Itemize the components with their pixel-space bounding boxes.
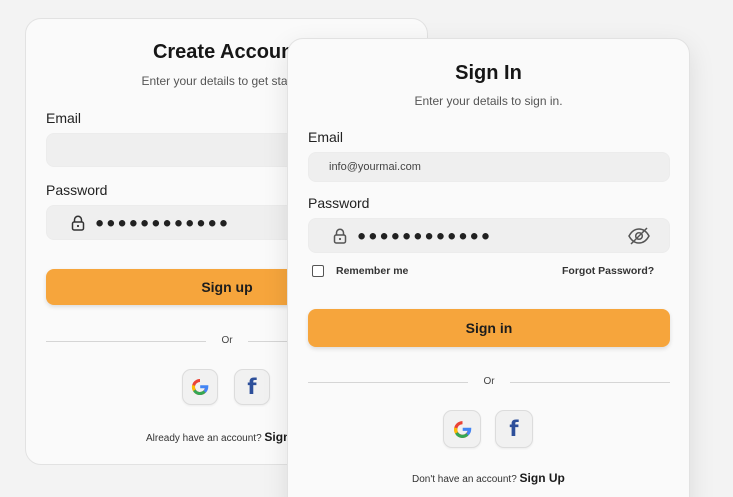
footer-text: Already have an account? bbox=[146, 433, 262, 444]
email-label: Email bbox=[308, 129, 344, 145]
google-button[interactable] bbox=[182, 369, 218, 405]
password-mask: ●●●●●●●●●●●● bbox=[95, 214, 231, 231]
footer-text: Don't have an account? bbox=[412, 474, 517, 485]
google-icon bbox=[191, 378, 209, 395]
forgot-password-link[interactable]: Forgot Password? bbox=[562, 265, 654, 277]
facebook-button[interactable]: f bbox=[234, 369, 270, 405]
google-button[interactable] bbox=[443, 410, 481, 448]
email-value: info@yourmai.com bbox=[329, 161, 421, 173]
sign-in-button[interactable]: Sign in bbox=[308, 309, 670, 347]
sign-up-link[interactable]: Sign Up bbox=[520, 471, 565, 485]
remember-me-checkbox[interactable] bbox=[312, 265, 324, 277]
divider-line-left bbox=[308, 382, 468, 383]
password-mask: ●●●●●●●●●●●● bbox=[357, 227, 493, 244]
eye-off-icon[interactable] bbox=[627, 226, 651, 246]
divider-or: Or bbox=[221, 335, 233, 346]
lock-icon bbox=[333, 228, 347, 244]
sign-in-title: Sign In bbox=[455, 62, 522, 84]
password-label: Password bbox=[46, 182, 108, 198]
create-account-footer: Already have an account? Sign In bbox=[146, 430, 304, 444]
remember-me-label: Remember me bbox=[336, 265, 409, 277]
divider-line-left bbox=[46, 341, 206, 342]
email-label: Email bbox=[46, 110, 82, 126]
email-field[interactable]: info@yourmai.com bbox=[308, 152, 670, 182]
facebook-icon: f bbox=[509, 416, 519, 441]
password-field[interactable]: ●●●●●●●●●●●● bbox=[308, 218, 670, 253]
divider-or: Or bbox=[483, 376, 495, 387]
lock-icon bbox=[71, 215, 85, 231]
sign-in-card: Sign In Enter your details to sign in. E… bbox=[287, 38, 690, 497]
sign-in-footer: Don't have an account? Sign Up bbox=[412, 471, 565, 485]
app-canvas: Create Account Enter your details to get… bbox=[0, 0, 733, 497]
facebook-icon: f bbox=[247, 374, 257, 399]
divider-line-right bbox=[510, 382, 670, 383]
password-label: Password bbox=[308, 195, 370, 211]
google-icon bbox=[453, 420, 471, 438]
facebook-button[interactable]: f bbox=[495, 410, 533, 448]
sign-in-subtitle: Enter your details to sign in. bbox=[414, 94, 563, 108]
